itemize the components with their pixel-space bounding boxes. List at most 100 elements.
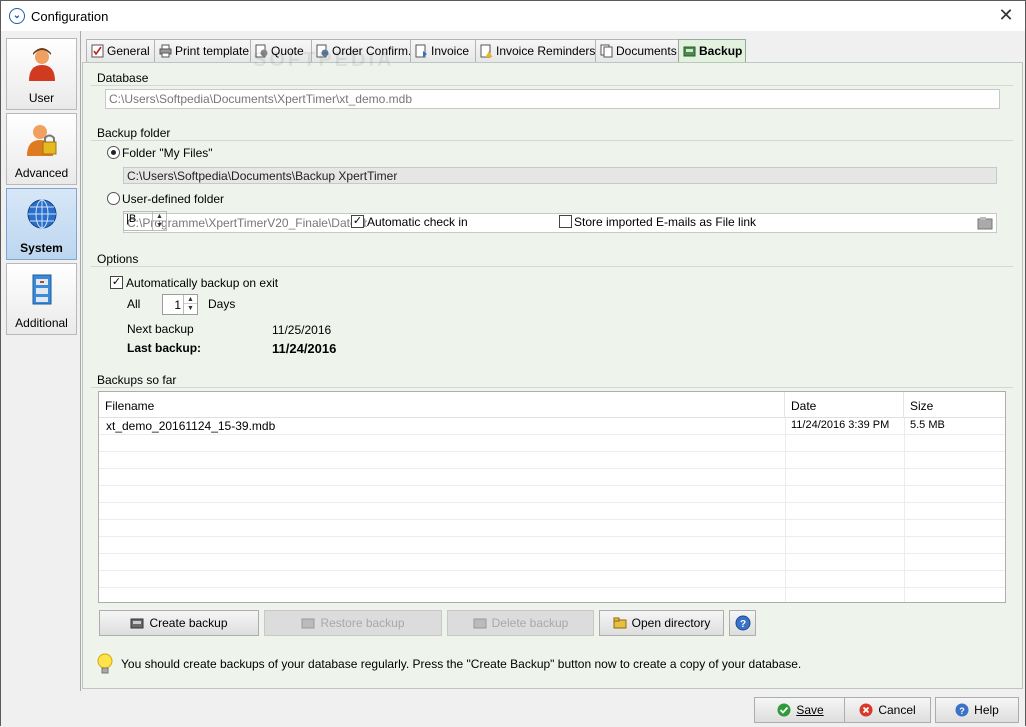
column-filename[interactable]: Filename [99, 392, 785, 418]
column-size[interactable]: Size [904, 392, 1004, 418]
tab-invoice[interactable]: Invoice [410, 39, 476, 63]
sidebar-item-system[interactable]: System [6, 188, 77, 260]
sidebar-item-label: System [20, 241, 63, 255]
cancel-button[interactable]: Cancel [844, 697, 931, 723]
table-row [99, 571, 1005, 588]
table-row [99, 554, 1005, 571]
table-row [99, 486, 1005, 503]
svg-text:?: ? [739, 619, 745, 630]
help-button[interactable]: ? Help [935, 697, 1019, 723]
restore-backup-button[interactable]: Restore backup [264, 610, 442, 636]
sidebar-item-user[interactable]: User [6, 38, 77, 110]
divider [91, 140, 1013, 141]
tab-label: Print template [175, 44, 250, 58]
configuration-window: ⌄ Configuration ✕ User Advanced System A… [0, 0, 1026, 727]
sidebar-item-label: Additional [15, 316, 68, 330]
tab-invoice-reminders[interactable]: Invoice Reminders [475, 39, 596, 63]
tab-print-template[interactable]: Print template [154, 39, 251, 63]
create-backup-label: Create backup [149, 616, 228, 630]
tab-label: Backup [699, 44, 743, 58]
svg-text:?: ? [959, 706, 965, 716]
help-icon: ? [735, 615, 750, 631]
app-icon: ⌄ [9, 8, 25, 24]
checkmark-icon [777, 703, 791, 717]
backups-list[interactable]: Filename Date Size xt_demo_20161124_15-3… [98, 391, 1006, 603]
stepper-down-icon[interactable]: ▼ [153, 221, 166, 230]
printer-icon [159, 44, 172, 58]
table-row [99, 588, 1005, 602]
sidebar-item-label: User [28, 91, 55, 105]
close-icon[interactable]: ✕ [995, 5, 1017, 27]
auto-checkin-label: Automatic check in [367, 215, 468, 229]
cancel-label: Cancel [878, 703, 916, 717]
backup-hint: You should create backups of your databa… [121, 657, 802, 671]
sidebar-item-advanced[interactable]: Advanced [6, 113, 77, 185]
overlay-stepper[interactable]: |B ▲ ▼ [123, 211, 167, 231]
table-row [99, 503, 1005, 520]
open-directory-button[interactable]: Open directory [599, 610, 724, 636]
cancel-icon [859, 703, 873, 717]
user-defined-label: User-defined folder [122, 192, 225, 206]
next-backup-value: 11/25/2016 [272, 323, 332, 337]
store-emails-checkbox[interactable] [559, 215, 572, 228]
row-size: 5.5 MB [910, 419, 945, 431]
database-group-label: Database [97, 71, 149, 85]
lightbulb-icon [97, 653, 113, 674]
divider [91, 266, 1013, 267]
help-label: Help [974, 703, 999, 717]
table-row [99, 452, 1005, 469]
user-lock-icon [27, 125, 57, 156]
backups-group-label: Backups so far [97, 373, 177, 387]
tab-general[interactable]: General [86, 39, 155, 63]
restore-backup-label: Restore backup [320, 616, 405, 630]
invoice-icon [415, 44, 427, 58]
auto-backup-label: Automatically backup on exit [126, 276, 279, 290]
save-button[interactable]: Save [754, 697, 847, 723]
stepper-up-icon[interactable]: ▲ [153, 212, 166, 221]
table-row[interactable]: xt_demo_20161124_15-39.mdb 11/24/2016 3:… [99, 418, 1005, 435]
column-date[interactable]: Date [785, 392, 904, 418]
divider [91, 387, 1013, 388]
browse-folder-icon[interactable] [975, 213, 995, 233]
checklist-icon [91, 44, 104, 58]
auto-checkin-checkbox[interactable]: ✓ [351, 215, 364, 228]
globe-icon [27, 199, 57, 229]
database-path-field[interactable]: C:\Users\Softpedia\Documents\XpertTimer\… [105, 89, 1000, 109]
options-group-label: Options [97, 252, 139, 266]
days-label: Days [208, 297, 236, 311]
row-date: 11/24/2016 3:39 PM [791, 419, 890, 431]
backup-folder-group-label: Backup folder [97, 126, 171, 140]
table-row [99, 537, 1005, 554]
delete-backup-button[interactable]: Delete backup [447, 610, 594, 636]
list-header: Filename Date Size [99, 392, 1005, 418]
row-filename: xt_demo_20161124_15-39.mdb [106, 419, 276, 433]
watermark: SOFTPEDIA [253, 49, 395, 71]
tab-documents[interactable]: Documents [595, 39, 679, 63]
user-icon [29, 48, 55, 81]
backup-icon [683, 46, 696, 57]
days-value: 1 [174, 298, 181, 312]
help-icon: ? [955, 703, 969, 717]
backup-help-button[interactable]: ? [729, 610, 756, 636]
my-files-path-field[interactable]: C:\Users\Softpedia\Documents\Backup Xper… [123, 167, 997, 184]
create-backup-icon [130, 618, 144, 629]
create-backup-button[interactable]: Create backup [99, 610, 259, 636]
window-title: Configuration [31, 9, 109, 24]
last-backup-value: 11/24/2016 [272, 341, 337, 356]
user-defined-radio[interactable] [107, 192, 120, 205]
reminder-icon [480, 44, 493, 58]
stepper-down-icon[interactable]: ▼ [184, 304, 197, 313]
stepper-up-icon[interactable]: ▲ [184, 295, 197, 304]
next-backup-label: Next backup [127, 322, 194, 336]
my-files-label: Folder "My Files" [122, 146, 213, 160]
open-directory-label: Open directory [631, 616, 711, 630]
days-stepper[interactable]: 1 ▲ ▼ [162, 294, 198, 315]
my-files-radio[interactable] [107, 146, 120, 159]
sidebar: User Advanced System Additional [1, 31, 81, 727]
sidebar-item-additional[interactable]: Additional [6, 263, 77, 335]
restore-backup-icon [301, 618, 315, 629]
folder-icon [613, 617, 627, 629]
auto-backup-checkbox[interactable]: ✓ [110, 276, 123, 289]
tab-backup[interactable]: Backup [678, 39, 746, 64]
delete-backup-label: Delete backup [491, 616, 569, 630]
